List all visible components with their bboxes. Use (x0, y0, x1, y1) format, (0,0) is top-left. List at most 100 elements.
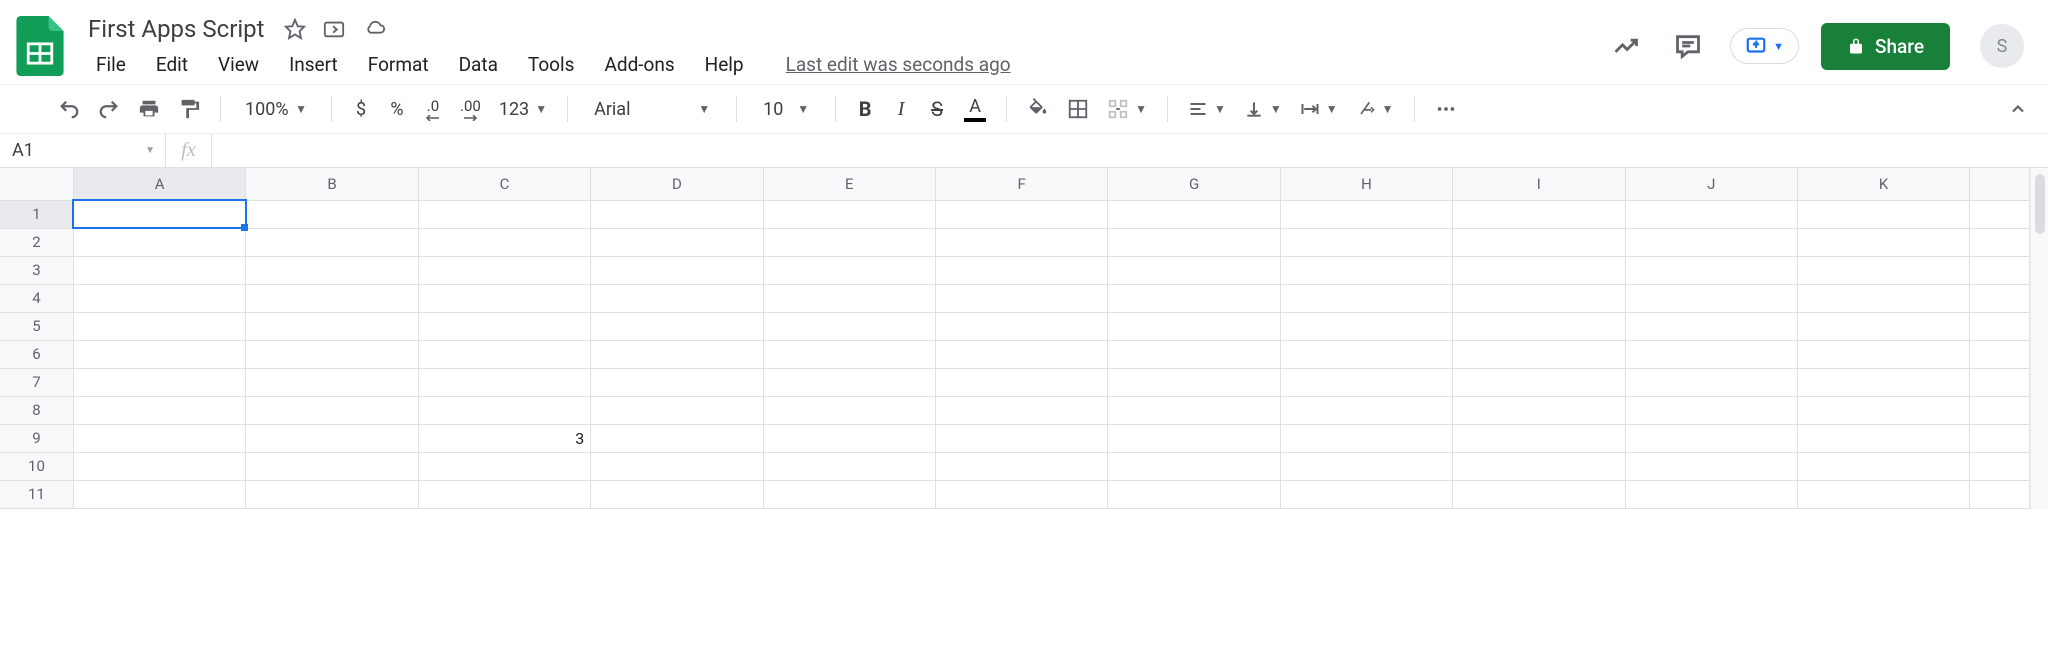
fill-color-button[interactable] (1021, 92, 1055, 126)
cell-B10[interactable] (246, 452, 418, 480)
share-button[interactable]: Share (1821, 23, 1950, 70)
merge-cells-dropdown[interactable]: ▼ (1101, 92, 1153, 126)
column-header-F[interactable]: F (935, 168, 1107, 200)
column-header-I[interactable]: I (1453, 168, 1625, 200)
cell-E7[interactable] (763, 368, 935, 396)
cell-D8[interactable] (591, 396, 763, 424)
cell-C11[interactable] (418, 480, 590, 508)
cell-E11[interactable] (763, 480, 935, 508)
cell-G5[interactable] (1108, 312, 1280, 340)
cell-J10[interactable] (1625, 452, 1797, 480)
row-header-1[interactable]: 1 (0, 200, 73, 228)
cell-I6[interactable] (1453, 340, 1625, 368)
column-header-C[interactable]: C (418, 168, 590, 200)
cell-F3[interactable] (935, 256, 1107, 284)
cell-G3[interactable] (1108, 256, 1280, 284)
cell-E2[interactable] (763, 228, 935, 256)
cell-F6[interactable] (935, 340, 1107, 368)
menu-format[interactable]: Format (354, 49, 443, 80)
vertical-align-dropdown[interactable]: ▼ (1238, 92, 1288, 126)
cell-K11[interactable] (1797, 480, 1969, 508)
cell-extra-9[interactable] (1970, 424, 2030, 452)
cell-F10[interactable] (935, 452, 1107, 480)
row-header-10[interactable]: 10 (0, 452, 73, 480)
more-formats-dropdown[interactable]: 123▼ (493, 92, 553, 126)
activity-icon[interactable] (1606, 26, 1646, 66)
cell-extra-3[interactable] (1970, 256, 2030, 284)
cell-E5[interactable] (763, 312, 935, 340)
cell-D6[interactable] (591, 340, 763, 368)
cell-A8[interactable] (73, 396, 245, 424)
cell-K2[interactable] (1797, 228, 1969, 256)
cell-K6[interactable] (1797, 340, 1969, 368)
row-header-3[interactable]: 3 (0, 256, 73, 284)
cell-H1[interactable] (1280, 200, 1452, 228)
format-percent-button[interactable]: % (382, 92, 412, 126)
cell-E8[interactable] (763, 396, 935, 424)
column-header-J[interactable]: J (1625, 168, 1797, 200)
account-avatar[interactable]: S (1980, 24, 2024, 68)
cell-J4[interactable] (1625, 284, 1797, 312)
cell-D1[interactable] (591, 200, 763, 228)
cell-C4[interactable] (418, 284, 590, 312)
cell-F11[interactable] (935, 480, 1107, 508)
cell-C6[interactable] (418, 340, 590, 368)
cell-J7[interactable] (1625, 368, 1797, 396)
menu-tools[interactable]: Tools (514, 49, 589, 80)
cell-I11[interactable] (1453, 480, 1625, 508)
cell-I10[interactable] (1453, 452, 1625, 480)
column-header-G[interactable]: G (1108, 168, 1280, 200)
bold-button[interactable]: B (850, 92, 880, 126)
cell-E1[interactable] (763, 200, 935, 228)
collapse-toolbar-button[interactable] (2008, 99, 2028, 119)
cell-extra-2[interactable] (1970, 228, 2030, 256)
menu-data[interactable]: Data (445, 49, 512, 80)
cell-A11[interactable] (73, 480, 245, 508)
cell-H7[interactable] (1280, 368, 1452, 396)
column-header-E[interactable]: E (763, 168, 935, 200)
cell-K8[interactable] (1797, 396, 1969, 424)
cell-A3[interactable] (73, 256, 245, 284)
cell-G11[interactable] (1108, 480, 1280, 508)
cell-E10[interactable] (763, 452, 935, 480)
cell-B4[interactable] (246, 284, 418, 312)
cell-K3[interactable] (1797, 256, 1969, 284)
cell-A7[interactable] (73, 368, 245, 396)
cell-C9[interactable]: 3 (418, 424, 590, 452)
move-icon[interactable] (322, 18, 346, 40)
menu-view[interactable]: View (204, 49, 273, 80)
cell-D4[interactable] (591, 284, 763, 312)
cell-A2[interactable] (73, 228, 245, 256)
cell-E9[interactable] (763, 424, 935, 452)
cell-B2[interactable] (246, 228, 418, 256)
print-button[interactable] (132, 92, 166, 126)
vertical-scrollbar[interactable] (2030, 168, 2048, 509)
cell-H8[interactable] (1280, 396, 1452, 424)
formula-input[interactable] (212, 134, 2048, 167)
cloud-status-icon[interactable] (362, 18, 388, 40)
text-wrap-dropdown[interactable]: ▼ (1294, 92, 1344, 126)
cell-C3[interactable] (418, 256, 590, 284)
present-button[interactable]: ▼ (1730, 28, 1799, 64)
column-header-D[interactable]: D (591, 168, 763, 200)
cell-K5[interactable] (1797, 312, 1969, 340)
star-icon[interactable] (284, 18, 306, 40)
cell-extra-6[interactable] (1970, 340, 2030, 368)
cell-F5[interactable] (935, 312, 1107, 340)
column-header-K[interactable]: K (1797, 168, 1969, 200)
cell-I2[interactable] (1453, 228, 1625, 256)
strikethrough-button[interactable]: S (922, 92, 952, 126)
cell-H10[interactable] (1280, 452, 1452, 480)
cell-J3[interactable] (1625, 256, 1797, 284)
cell-extra-5[interactable] (1970, 312, 2030, 340)
cell-D5[interactable] (591, 312, 763, 340)
cell-E3[interactable] (763, 256, 935, 284)
more-toolbar-button[interactable] (1429, 92, 1463, 126)
cell-H3[interactable] (1280, 256, 1452, 284)
cell-F4[interactable] (935, 284, 1107, 312)
cell-G7[interactable] (1108, 368, 1280, 396)
cell-C10[interactable] (418, 452, 590, 480)
sheets-doc-icon[interactable] (14, 13, 66, 79)
row-header-11[interactable]: 11 (0, 480, 73, 508)
decrease-decimal-button[interactable]: .0 (418, 92, 448, 126)
